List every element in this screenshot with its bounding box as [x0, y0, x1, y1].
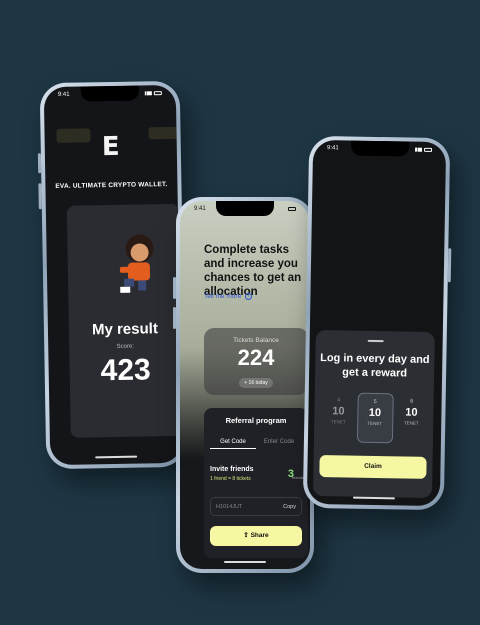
battery-icon — [423, 147, 433, 152]
phone-daily-reward: 9:41 Log in every day and get a reward 4… — [302, 135, 452, 511]
invite-title: Invite friends — [210, 466, 254, 473]
copy-button[interactable]: Copy — [283, 504, 296, 510]
battery-icon — [288, 207, 296, 211]
reward-sheet: Log in every day and get a reward 4 10 T… — [312, 329, 435, 498]
status-time: 9:41 — [57, 91, 70, 98]
home-indicator — [224, 561, 266, 563]
reward-title: Log in every day and get a reward — [320, 352, 430, 380]
tell-more-link[interactable]: Tell me more i — [204, 293, 253, 300]
share-label: Share — [250, 532, 269, 539]
tell-more-label: Tell me more — [204, 293, 242, 300]
share-icon: ⇪ — [243, 532, 251, 539]
referral-title: Referral program — [225, 416, 287, 425]
claim-button[interactable]: Claim — [319, 455, 427, 479]
power-button — [447, 248, 452, 283]
reward-day[interactable]: 5 10 TENET — [356, 392, 394, 444]
volume-button — [173, 277, 176, 299]
result-title: My result — [91, 320, 159, 339]
status-bar: 9:41 — [194, 206, 296, 212]
status-time: 9:41 — [326, 145, 339, 152]
referral-code-field[interactable]: H1014JUT Copy — [210, 497, 302, 516]
invite-subtitle: 1 friend = 8 tickets — [210, 476, 251, 482]
tickets-today-badge: + 16 today — [239, 378, 273, 388]
phone-screen: 9:41 Log in every day and get a reward 4… — [306, 139, 447, 507]
status-bar: 9:41 — [58, 90, 162, 98]
reward-days: 4 10 TENET 5 10 TENET 6 10 TENET — [320, 392, 430, 444]
phone-result: 9:41 E EVA. ULTIMATE CRYPTO WALLET. My r… — [37, 80, 187, 470]
signal-icon — [414, 147, 423, 152]
phone-tasks: 9:41 Complete tasks and increase you cha… — [173, 197, 314, 573]
referral-panel: Referral program Get Code Enter Code Inv… — [204, 408, 308, 558]
friends-label: friends — [291, 475, 304, 480]
tickets-label: Tickets Balance — [233, 337, 279, 344]
day-value: 10 — [368, 406, 382, 420]
tickets-balance-card: Tickets Balance 224 + 16 today — [204, 328, 308, 395]
phone-screen: 9:41 E EVA. ULTIMATE CRYPTO WALLET. My r… — [43, 84, 183, 466]
brand-title: EVA. ULTIMATE CRYPTO WALLET. — [55, 181, 168, 190]
character-avatar — [119, 234, 154, 293]
score-label: Score: — [116, 343, 134, 350]
day-unit: TENET — [403, 420, 419, 426]
referral-tabs: Get Code Enter Code — [210, 435, 302, 449]
tab-get-code[interactable]: Get Code — [210, 435, 256, 449]
reward-day[interactable]: 6 10 TENET — [393, 393, 430, 444]
volume-button — [173, 307, 176, 329]
share-button[interactable]: ⇪ Share — [210, 526, 302, 546]
result-card: My result Score: 423 — [66, 203, 183, 438]
home-indicator — [95, 455, 138, 459]
day-value: 10 — [332, 405, 345, 418]
score-value: 423 — [100, 353, 151, 388]
day-unit: TENET — [367, 420, 383, 427]
status-bar: 9:41 — [326, 145, 433, 153]
day-unit: TENET — [330, 419, 346, 425]
volume-button — [37, 153, 42, 174]
referral-code: H1014JUT — [216, 504, 243, 510]
day-value: 10 — [405, 406, 418, 419]
sheet-handle[interactable] — [367, 339, 384, 343]
status-time: 9:41 — [194, 206, 206, 212]
page-title: Complete tasks and increase you chances … — [204, 244, 302, 298]
info-icon: i — [245, 293, 253, 300]
signal-icon — [144, 91, 152, 96]
tab-enter-code[interactable]: Enter Code — [256, 435, 302, 449]
day-number: 6 — [410, 398, 414, 405]
eva-logo: E — [101, 131, 120, 163]
day-number: 4 — [337, 397, 341, 404]
volume-button — [38, 183, 42, 210]
phone-screen: 9:41 Complete tasks and increase you cha… — [180, 201, 310, 569]
tickets-value: 224 — [237, 345, 275, 370]
reward-day[interactable]: 4 10 TENET — [320, 392, 357, 443]
day-number: 5 — [373, 398, 377, 406]
home-indicator — [352, 496, 395, 500]
battery-icon — [153, 91, 162, 96]
